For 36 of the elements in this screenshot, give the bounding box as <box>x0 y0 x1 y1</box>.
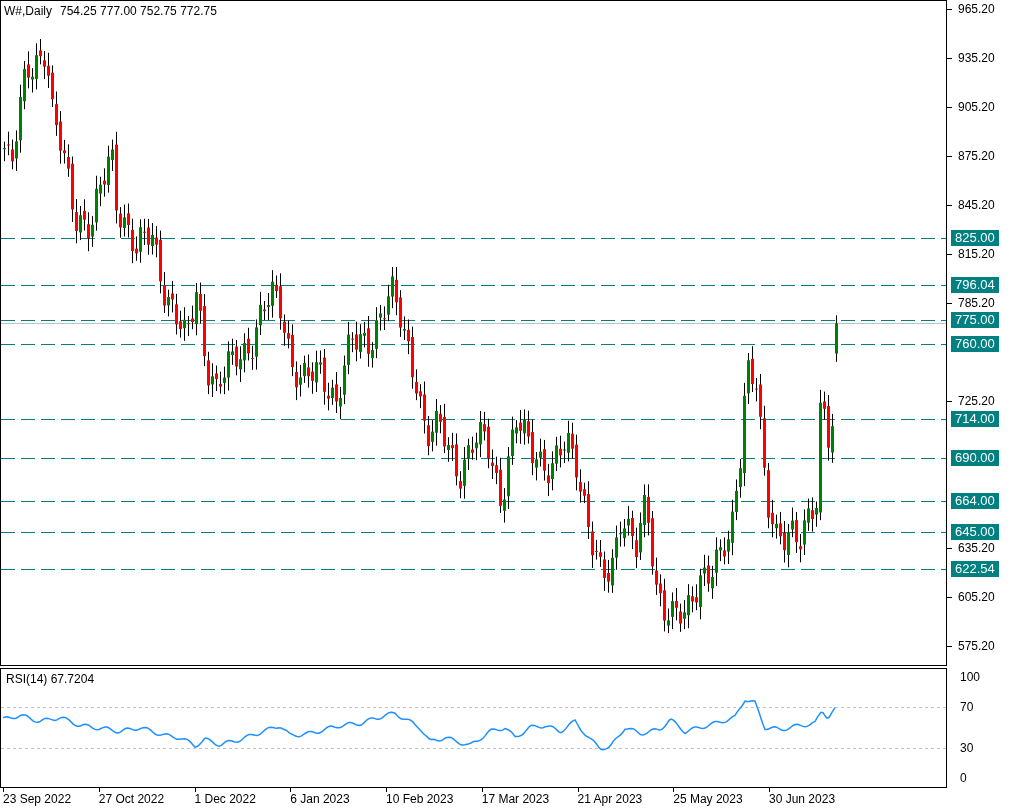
date-axis-label: 27 Oct 2022 <box>98 793 165 805</box>
price-axis-label: 905.20 <box>958 101 995 113</box>
price-axis-label: 875.20 <box>958 150 995 162</box>
rsi-axis-label: 100 <box>960 671 981 683</box>
level-price-label: 714.00 <box>951 411 999 428</box>
price-axis-label: 605.20 <box>958 591 995 603</box>
date-axis-label: 30 Jun 2023 <box>769 793 836 805</box>
date-axis-label: 25 May 2023 <box>673 793 743 805</box>
price-axis-label: 725.20 <box>958 395 995 407</box>
date-axis-label: 23 Sep 2022 <box>3 793 72 805</box>
level-price-label: 645.00 <box>951 523 999 540</box>
level-price-label: 796.04 <box>951 277 999 294</box>
price-axis-label: 785.20 <box>958 297 995 309</box>
level-price-label: 775.00 <box>951 311 999 328</box>
price-axis-label: 845.20 <box>958 199 995 211</box>
level-price-label: 664.00 <box>951 492 999 509</box>
price-axis-label: 935.20 <box>958 52 995 64</box>
level-price-label: 760.00 <box>951 336 999 353</box>
rsi-label: RSI(14) 67.7204 <box>6 673 95 685</box>
ohlc-values: 754.25 777.00 752.75 772.75 <box>60 5 217 17</box>
price-axis-label: 965.20 <box>958 3 995 15</box>
price-axis-label: 575.20 <box>958 640 995 652</box>
date-axis-label: 17 Mar 2023 <box>481 793 550 805</box>
chart-symbol: W#,Daily <box>4 5 52 17</box>
price-axis-label: 635.20 <box>958 542 995 554</box>
price-axis-label: 815.20 <box>958 248 995 260</box>
date-axis-label: 6 Jan 2023 <box>290 793 350 805</box>
rsi-axis-label: 0 <box>960 772 967 784</box>
date-axis-label: 21 Apr 2023 <box>577 793 643 805</box>
date-axis-label: 1 Dec 2022 <box>194 793 256 805</box>
level-price-label: 622.54 <box>951 560 999 577</box>
rsi-axis-label: 70 <box>960 701 974 714</box>
level-price-label: 825.00 <box>951 230 999 246</box>
date-axis-label: 10 Feb 2023 <box>386 793 454 805</box>
rsi-axis-label: 30 <box>960 741 974 754</box>
level-price-label: 690.00 <box>951 450 999 467</box>
